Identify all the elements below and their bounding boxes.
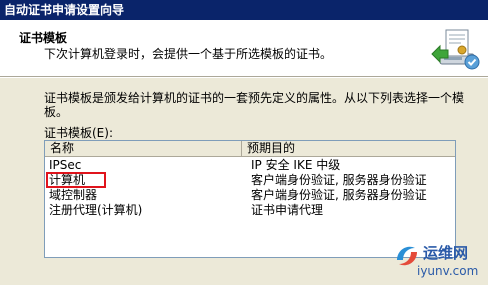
list-item-name: 计算机 xyxy=(49,173,86,187)
list-item-selected[interactable]: 计算机 客户端身份验证, 服务器身份验证 xyxy=(45,172,455,188)
wizard-header: 证书模板 下次计算机登录时，会提供一个基于所选模板的证书。 xyxy=(0,20,488,76)
column-header-name[interactable]: 名称 xyxy=(45,141,242,157)
listview-header: 名称 预期目的 xyxy=(45,141,455,157)
header-divider xyxy=(0,76,488,78)
description-text: 证书模板是颁发给计算机的证书的一套预先定义的属性。从以下列表选择一个模板。 xyxy=(44,91,465,119)
page-subtitle: 下次计算机登录时，会提供一个基于所选模板的证书。 xyxy=(44,47,333,61)
watermark-text-en: iyunv.com xyxy=(417,264,479,278)
column-header-purpose[interactable]: 预期目的 xyxy=(242,141,455,157)
list-item[interactable]: IPSec IP 安全 IKE 中级 xyxy=(45,158,455,172)
list-item-purpose: 证书申请代理 xyxy=(251,203,324,217)
window-title: 自动证书申请设置向导 xyxy=(4,3,125,17)
list-item-name: IPSec xyxy=(49,158,82,172)
list-item-purpose: 客户端身份验证, 服务器身份验证 xyxy=(251,173,427,187)
certificate-wizard-icon xyxy=(430,24,482,74)
list-item[interactable]: 注册代理(计算机) 证书申请代理 xyxy=(45,203,455,217)
list-item[interactable]: 域控制器 客户端身份验证, 服务器身份验证 xyxy=(45,188,455,202)
list-item-name: 域控制器 xyxy=(49,188,98,202)
watermark-text-cn: 运维网 xyxy=(423,244,469,262)
list-item-purpose: IP 安全 IKE 中级 xyxy=(251,158,341,172)
site-watermark: 运维网 iyunv.com xyxy=(393,240,488,285)
template-list-label: 证书模板(E): xyxy=(44,126,113,140)
list-item-name: 注册代理(计算机) xyxy=(49,203,143,217)
window-titlebar: 自动证书申请设置向导 xyxy=(0,0,488,20)
page-title: 证书模板 xyxy=(19,31,68,45)
list-item-purpose: 客户端身份验证, 服务器身份验证 xyxy=(251,188,427,202)
